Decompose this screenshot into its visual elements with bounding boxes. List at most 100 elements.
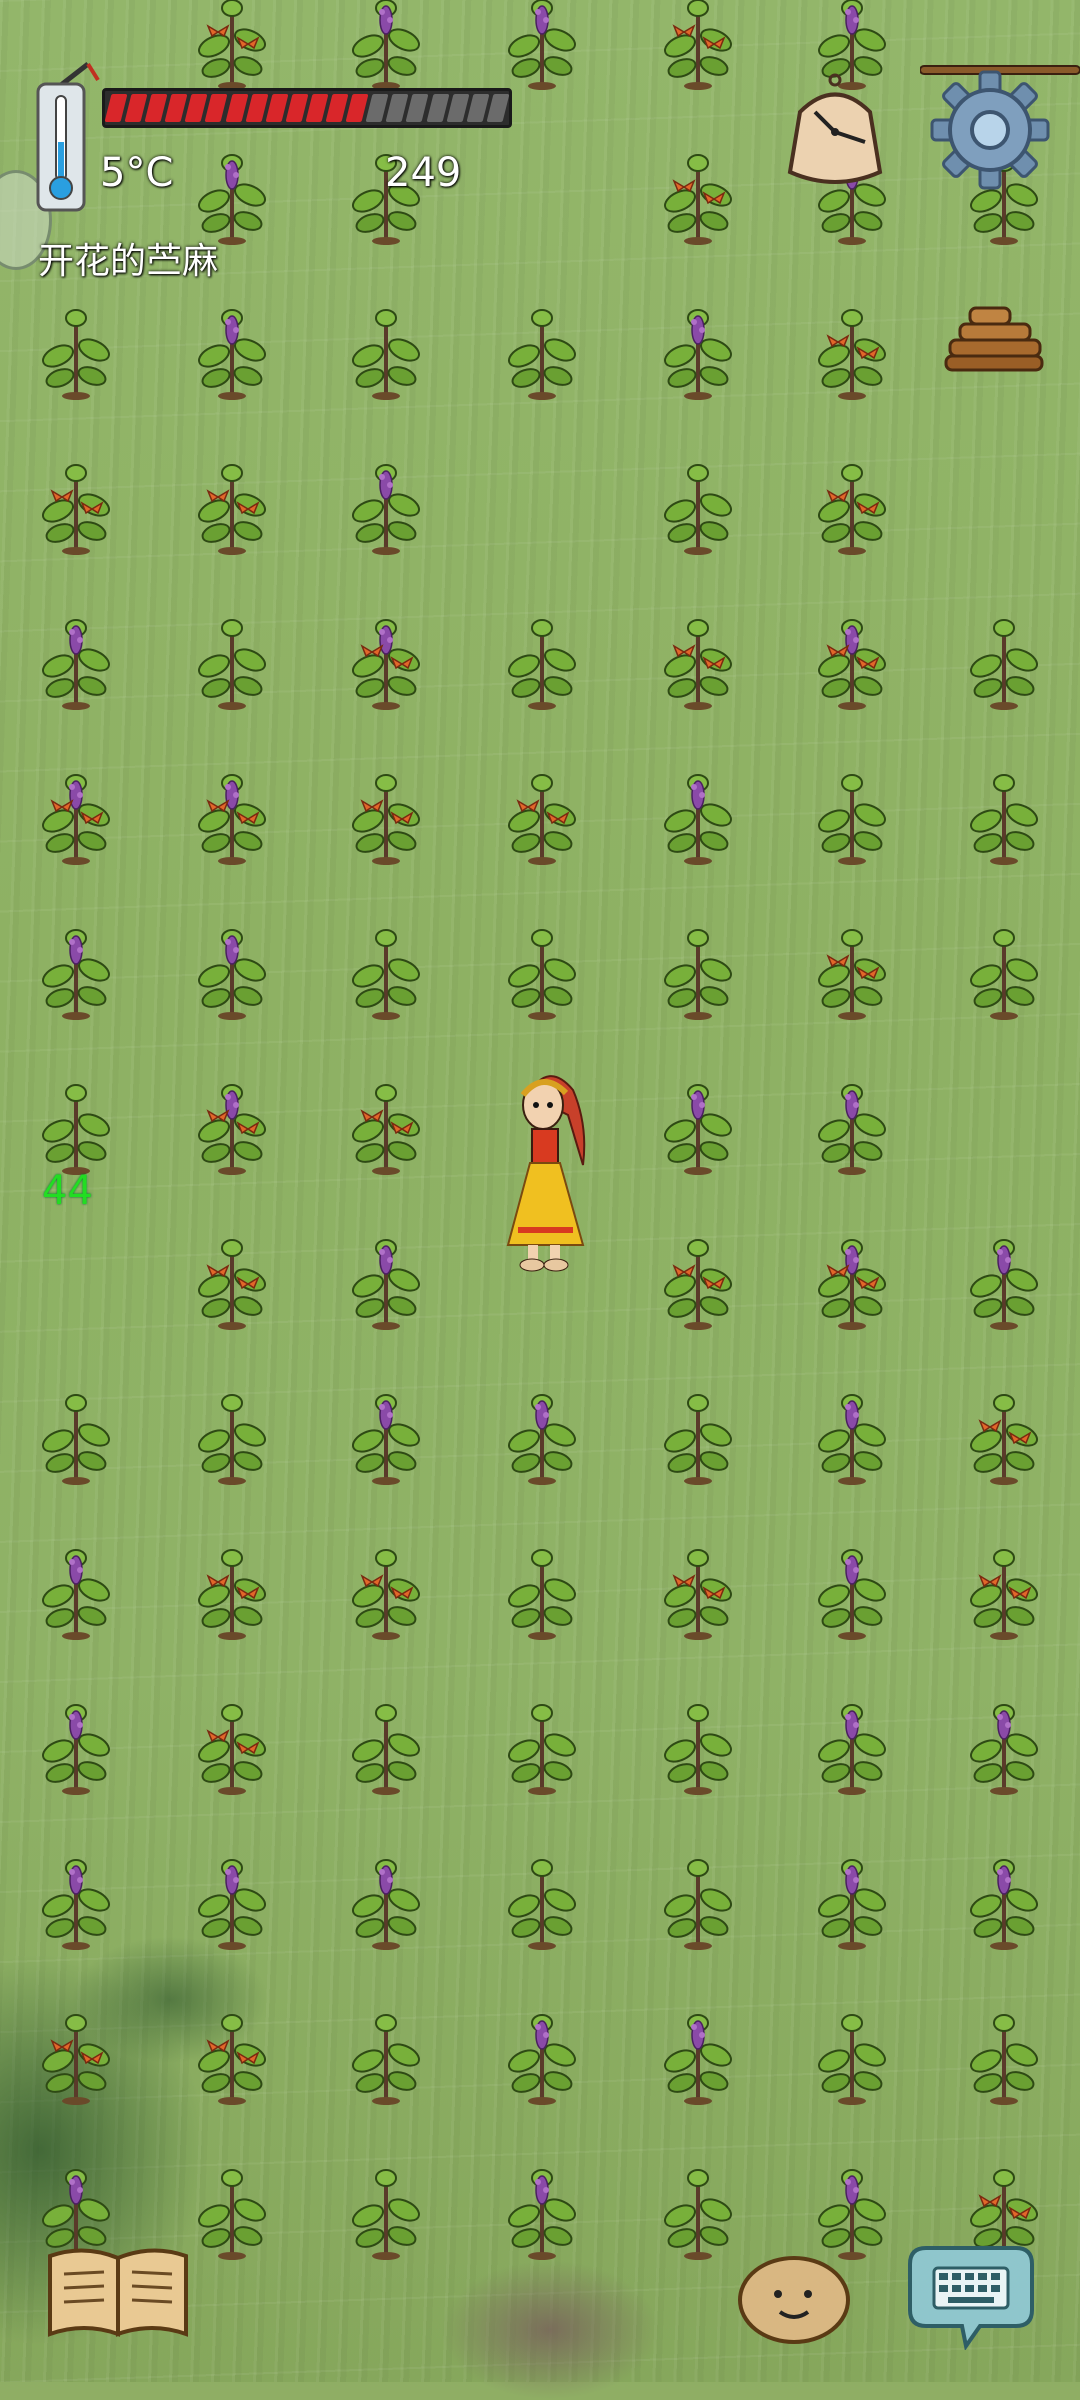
milkweed-plant[interactable] (344, 610, 428, 710)
milkweed-plant[interactable] (34, 1075, 118, 1175)
milkweed-plant[interactable] (500, 300, 584, 400)
milkweed-plant[interactable] (500, 0, 584, 90)
milkweed-plant[interactable] (656, 455, 740, 555)
milkweed-plant[interactable] (190, 1075, 274, 1175)
milkweed-plant[interactable] (344, 0, 428, 90)
milkweed-plant[interactable] (810, 455, 894, 555)
milkweed-plant[interactable] (344, 920, 428, 1020)
milkweed-plant[interactable] (810, 1850, 894, 1950)
milkweed-plant[interactable] (810, 1075, 894, 1175)
milkweed-plant[interactable] (190, 0, 274, 90)
milkweed-plant[interactable] (344, 765, 428, 865)
milkweed-plant[interactable] (962, 610, 1046, 710)
milkweed-plant[interactable] (810, 1385, 894, 1485)
milkweed-plant[interactable] (34, 300, 118, 400)
emote-button[interactable] (736, 2250, 852, 2346)
milkweed-plant[interactable] (34, 765, 118, 865)
milkweed-plant[interactable] (190, 1850, 274, 1950)
milkweed-plant[interactable] (656, 1385, 740, 1485)
milkweed-plant[interactable] (190, 610, 274, 710)
milkweed-plant[interactable] (810, 610, 894, 710)
milkweed-plant[interactable] (190, 455, 274, 555)
milkweed-plant[interactable] (190, 145, 274, 245)
milkweed-plant[interactable] (962, 1850, 1046, 1950)
milkweed-plant[interactable] (344, 1075, 428, 1175)
milkweed-plant[interactable] (962, 2005, 1046, 2105)
milkweed-plant[interactable] (656, 1695, 740, 1795)
milkweed-plant[interactable] (656, 610, 740, 710)
milkweed-plant[interactable] (656, 920, 740, 1020)
milkweed-plant[interactable] (344, 1695, 428, 1795)
milkweed-plant[interactable] (962, 1695, 1046, 1795)
tech-book-button[interactable] (44, 2242, 192, 2342)
clock-icon[interactable] (780, 72, 890, 192)
milkweed-plant[interactable] (344, 1230, 428, 1330)
milkweed-plant[interactable] (34, 920, 118, 1020)
hovered-object-label: 开花的苎麻 (38, 241, 219, 282)
milkweed-plant[interactable] (344, 1850, 428, 1950)
milkweed-plant[interactable] (34, 1850, 118, 1950)
milkweed-plant[interactable] (190, 920, 274, 1020)
milkweed-plant[interactable] (656, 145, 740, 245)
milkweed-plant[interactable] (656, 1230, 740, 1330)
milkweed-plant[interactable] (810, 1230, 894, 1330)
milkweed-plant[interactable] (656, 1540, 740, 1640)
milkweed-plant[interactable] (190, 300, 274, 400)
milkweed-plant[interactable] (810, 1540, 894, 1640)
milkweed-plant[interactable] (344, 1540, 428, 1640)
milkweed-plant[interactable] (810, 765, 894, 865)
milkweed-plant[interactable] (500, 1540, 584, 1640)
milkweed-plant[interactable] (34, 610, 118, 710)
milkweed-plant[interactable] (962, 1230, 1046, 1330)
milkweed-plant[interactable] (34, 1540, 118, 1640)
milkweed-plant[interactable] (344, 300, 428, 400)
milkweed-plant[interactable] (190, 1695, 274, 1795)
milkweed-plant[interactable] (190, 2160, 274, 2260)
milkweed-plant[interactable] (34, 455, 118, 555)
game-world[interactable] (0, 0, 1080, 2400)
milkweed-plant[interactable] (962, 765, 1046, 865)
milkweed-plant[interactable] (190, 765, 274, 865)
milkweed-plant[interactable] (344, 455, 428, 555)
milkweed-plant[interactable] (962, 1385, 1046, 1485)
milkweed-plant[interactable] (500, 1695, 584, 1795)
milkweed-plant[interactable] (190, 1230, 274, 1330)
milkweed-plant[interactable] (344, 2160, 428, 2260)
milkweed-plant[interactable] (500, 920, 584, 1020)
hunger-counter: 44 (42, 1168, 93, 1214)
milkweed-plant[interactable] (656, 765, 740, 865)
food-segment (446, 94, 470, 122)
milkweed-plant[interactable] (810, 920, 894, 1020)
milkweed-plant[interactable] (34, 2005, 118, 2105)
milkweed-plant[interactable] (656, 1850, 740, 1950)
milkweed-plant[interactable] (962, 1540, 1046, 1640)
milkweed-plant[interactable] (34, 1385, 118, 1485)
milkweed-plant[interactable] (344, 1385, 428, 1485)
milkweed-plant[interactable] (500, 1850, 584, 1950)
milkweed-plant[interactable] (810, 300, 894, 400)
milkweed-plant[interactable] (500, 2005, 584, 2105)
milkweed-plant[interactable] (810, 1695, 894, 1795)
milkweed-plant[interactable] (500, 2160, 584, 2260)
milkweed-plant[interactable] (656, 0, 740, 90)
milkweed-plant[interactable] (810, 2005, 894, 2105)
milkweed-plant[interactable] (190, 1540, 274, 1640)
milkweed-plant[interactable] (656, 2005, 740, 2105)
food-segment (305, 94, 329, 122)
food-segment (345, 94, 369, 122)
milkweed-plant[interactable] (962, 920, 1046, 1020)
milkweed-plant[interactable] (344, 2005, 428, 2105)
milkweed-plant[interactable] (500, 765, 584, 865)
milkweed-plant[interactable] (190, 1385, 274, 1485)
keyboard-button[interactable] (906, 2240, 1036, 2351)
milkweed-plant[interactable] (500, 610, 584, 710)
milkweed-plant[interactable] (656, 1075, 740, 1175)
milkweed-plant[interactable] (34, 1695, 118, 1795)
food-segment (204, 94, 229, 122)
milkweed-plant[interactable] (190, 2005, 274, 2105)
milkweed-plant[interactable] (500, 1385, 584, 1485)
milkweed-plant[interactable] (810, 2160, 894, 2260)
gear-icon[interactable] (930, 70, 1050, 190)
milkweed-plant[interactable] (656, 300, 740, 400)
milkweed-plant[interactable] (656, 2160, 740, 2260)
